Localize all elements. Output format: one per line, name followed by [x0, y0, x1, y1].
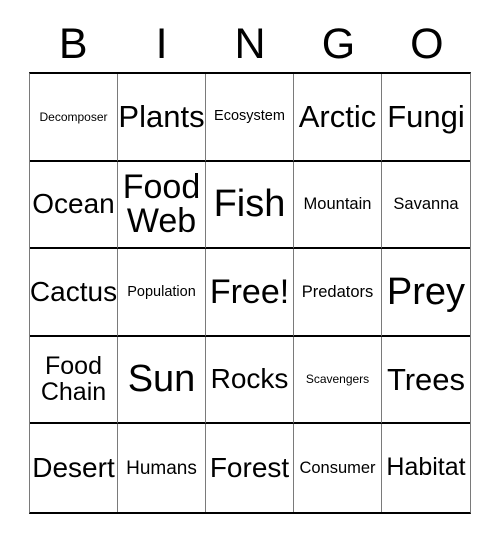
bingo-cell-label: Population — [127, 283, 196, 300]
bingo-cell-label: Food Chain — [40, 352, 107, 406]
bingo-cell[interactable]: Consumer — [294, 424, 382, 512]
bingo-header-row: B I N G O — [29, 16, 471, 72]
bingo-cell[interactable]: Cactus — [30, 249, 118, 337]
bingo-header-letter-b: B — [58, 19, 88, 68]
bingo-cell-label: Predators — [301, 282, 374, 301]
bingo-cell-label: Food Web — [122, 167, 201, 241]
bingo-cell[interactable]: Sun — [118, 336, 206, 425]
bingo-header-letter-g: G — [321, 19, 356, 68]
bingo-header-letter-o: O — [410, 19, 444, 68]
bingo-cell-label: Ocean — [32, 188, 115, 220]
bingo-cell-label: Desert — [32, 451, 115, 483]
bingo-cell-label: Prey — [386, 270, 466, 313]
bingo-cell[interactable]: Food Chain — [30, 336, 118, 425]
bingo-cell-label: Sun — [127, 358, 196, 401]
bingo-cell[interactable]: Trees — [382, 336, 470, 425]
bingo-cell[interactable]: Scavengers — [294, 336, 382, 425]
bingo-cell[interactable]: Prey — [382, 249, 470, 337]
bingo-cell-label: Consumer — [299, 458, 376, 477]
bingo-cell-label: Humans — [126, 457, 197, 479]
bingo-card: B I N G O Decomposer Plants Ecosystem Arcti… — [0, 0, 500, 544]
bingo-cell[interactable]: Desert — [30, 424, 118, 512]
bingo-cell-label: Plants — [118, 98, 205, 134]
bingo-cell-label: Mountain — [303, 194, 372, 213]
bingo-grid: Decomposer Plants Ecosystem Arctic Fungi Ocea… — [29, 72, 471, 514]
bingo-header-letter-n: N — [234, 19, 266, 68]
bingo-cell-label: Fish — [213, 183, 286, 226]
bingo-cell-label: Free! — [209, 272, 290, 311]
bingo-cell[interactable]: Plants — [118, 74, 206, 162]
bingo-cell[interactable]: Fish — [206, 161, 294, 250]
bingo-cell[interactable]: Predators — [294, 249, 382, 337]
bingo-cell-label: Scavengers — [305, 372, 370, 387]
bingo-cell-label: Habitat — [386, 453, 466, 482]
bingo-cell-label: Savanna — [393, 194, 459, 213]
bingo-cell[interactable]: Mountain — [294, 161, 382, 250]
bingo-cell-label: Arctic — [298, 98, 377, 134]
bingo-cell-label: Trees — [386, 361, 466, 397]
bingo-cell-label: Rocks — [210, 363, 289, 395]
bingo-cell[interactable]: Rocks — [206, 336, 294, 425]
bingo-cell-label: Ecosystem — [214, 108, 285, 125]
bingo-cell[interactable]: Decomposer — [30, 74, 118, 162]
bingo-cell[interactable]: Food Web — [118, 161, 206, 250]
bingo-header-letter-i: I — [155, 19, 168, 68]
bingo-cell[interactable]: Free! — [206, 249, 294, 337]
bingo-cell[interactable]: Humans — [118, 424, 206, 512]
bingo-cell[interactable]: Fungi — [382, 74, 470, 162]
bingo-cell[interactable]: Forest — [206, 424, 294, 512]
bingo-cell[interactable]: Habitat — [382, 424, 470, 512]
bingo-cell[interactable]: Savanna — [382, 161, 470, 250]
bingo-cell-label: Decomposer — [39, 109, 108, 124]
bingo-cell[interactable]: Population — [118, 249, 206, 337]
bingo-cell[interactable]: Ocean — [30, 161, 118, 250]
bingo-cell[interactable]: Arctic — [294, 74, 382, 162]
bingo-cell-label: Forest — [209, 451, 290, 483]
bingo-cell[interactable]: Ecosystem — [206, 74, 294, 162]
bingo-cell-label: Fungi — [387, 98, 465, 134]
bingo-cell-label: Cactus — [30, 275, 118, 307]
